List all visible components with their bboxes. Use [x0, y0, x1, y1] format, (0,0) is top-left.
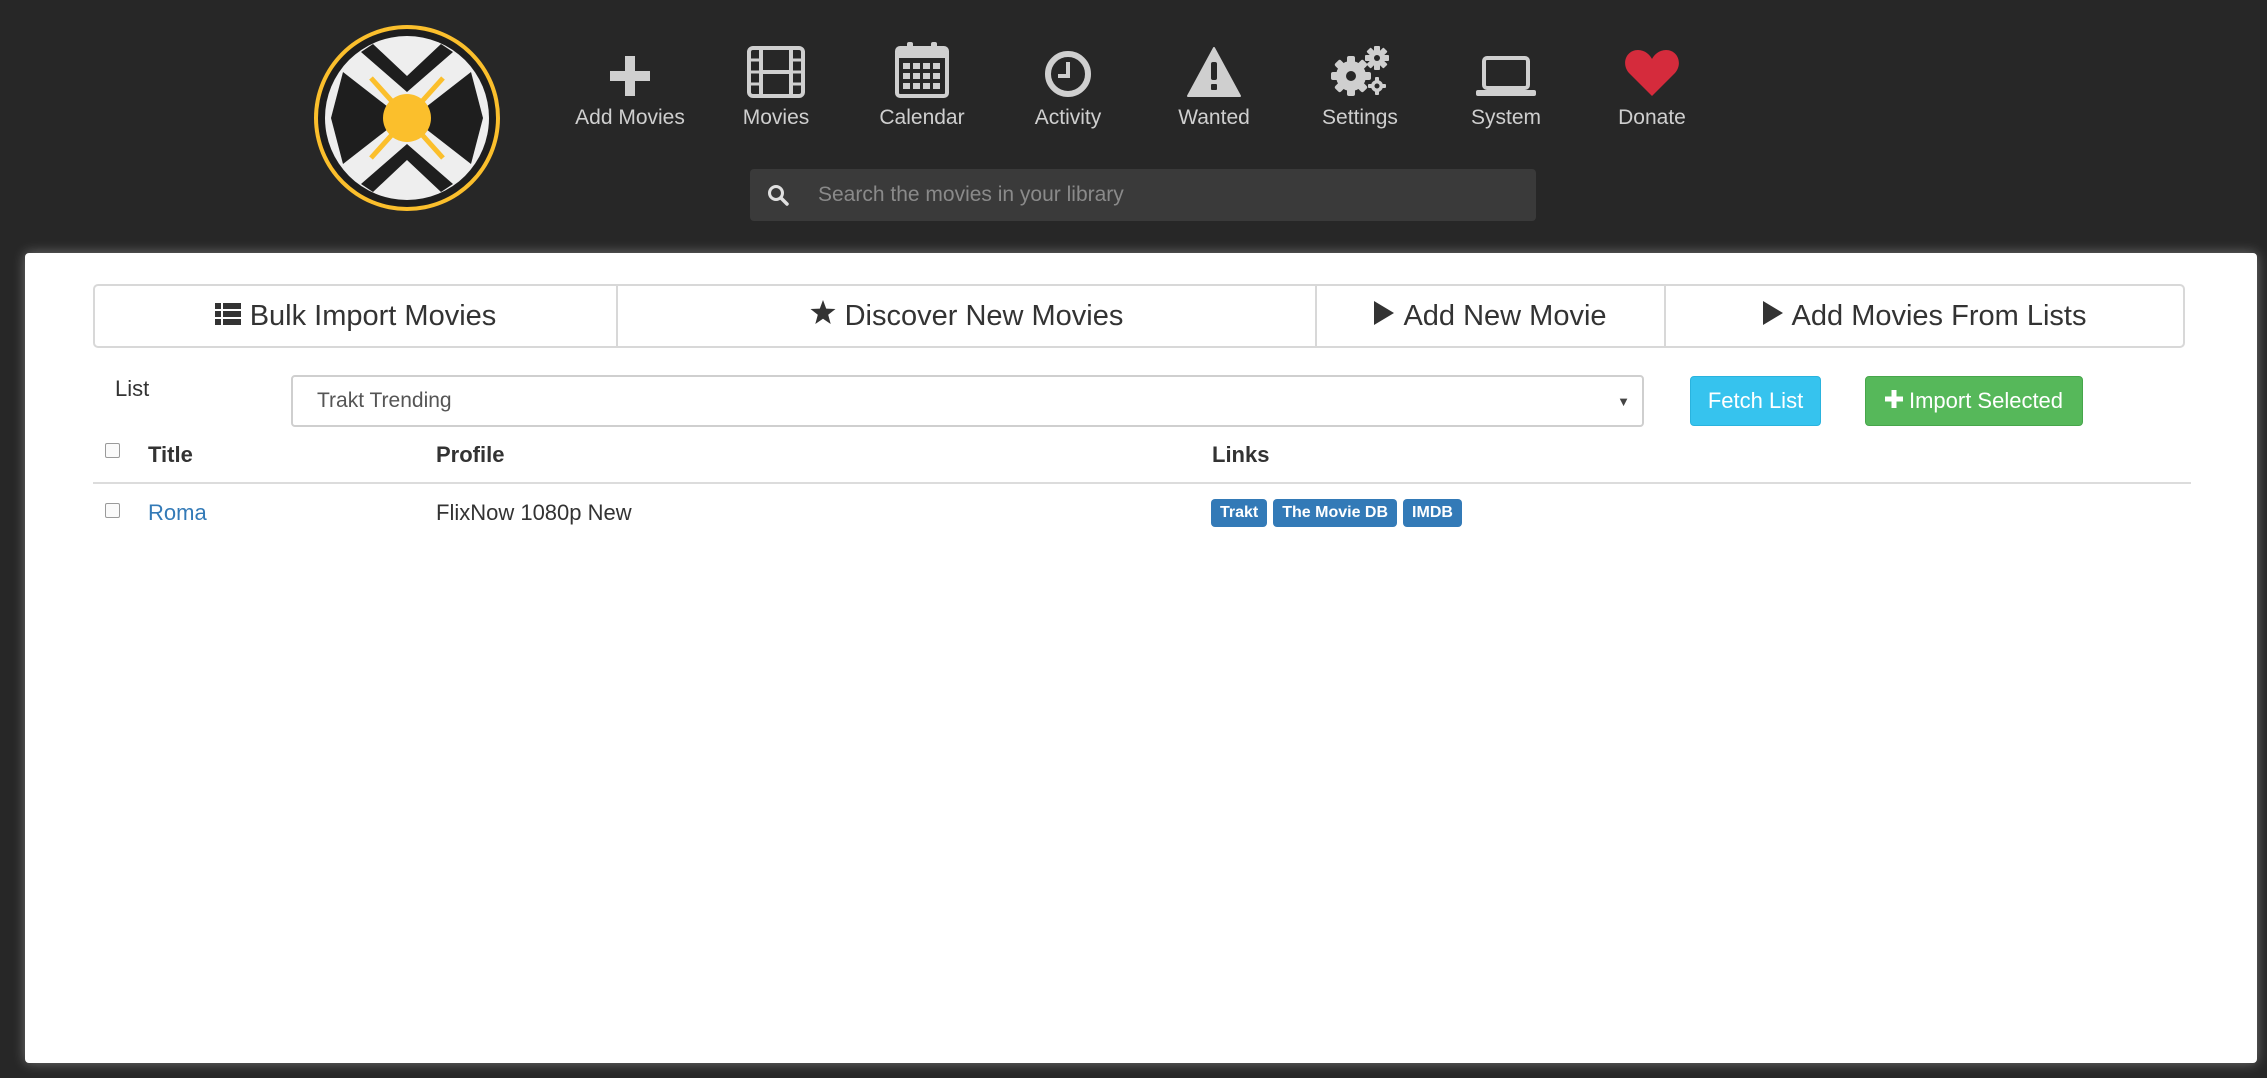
- import-selected-button[interactable]: Import Selected: [1865, 376, 2083, 426]
- add-movies-tabs: Bulk Import Movies Discover New Movies A…: [93, 284, 2185, 348]
- tab-add-new-movie[interactable]: Add New Movie: [1317, 286, 1666, 346]
- column-header-links: Links: [1212, 442, 1270, 467]
- fetch-list-label: Fetch List: [1707, 388, 1804, 413]
- trakt-link-badge[interactable]: Trakt: [1211, 499, 1268, 527]
- import-selected-label: Import Selected: [1908, 388, 2064, 413]
- tab-discover[interactable]: Discover New Movies: [618, 286, 1317, 346]
- tab-label: Add Movies From Lists: [1791, 299, 2087, 332]
- radarr-logo[interactable]: [311, 22, 503, 214]
- tab-bulk-import[interactable]: Bulk Import Movies: [95, 286, 618, 346]
- film-icon: [703, 36, 849, 98]
- plus-icon: [557, 36, 703, 98]
- list-icon: [214, 300, 241, 333]
- column-header-profile[interactable]: Profile: [436, 442, 504, 468]
- list-label: List: [115, 376, 150, 401]
- warning-icon: [1141, 36, 1287, 98]
- star-icon: [810, 299, 836, 333]
- nav-system[interactable]: System: [1433, 36, 1579, 130]
- nav-label: System: [1470, 106, 1541, 129]
- imdb-link-badge[interactable]: IMDB: [1403, 499, 1462, 527]
- nav-activity[interactable]: Activity: [995, 36, 1141, 130]
- nav-label: Add Movies: [575, 106, 685, 129]
- caret-down-icon: ▼: [1617, 394, 1630, 409]
- search-icon: [750, 184, 806, 206]
- calendar-icon: [849, 36, 995, 98]
- laptop-icon: [1433, 36, 1579, 98]
- fetch-list-button[interactable]: Fetch List: [1690, 376, 1821, 426]
- main-panel: Bulk Import Movies Discover New Movies A…: [25, 253, 2257, 1063]
- nav-donate[interactable]: Donate: [1579, 36, 1725, 130]
- tab-label: Discover New Movies: [844, 299, 1124, 332]
- nav-label: Movies: [742, 106, 810, 129]
- nav-label: Activity: [1034, 106, 1102, 129]
- nav-label: Calendar: [879, 106, 965, 129]
- search-input[interactable]: [806, 169, 1536, 221]
- heart-icon: [1579, 36, 1725, 98]
- select-all-checkbox[interactable]: [105, 443, 120, 458]
- play-icon: [1762, 300, 1783, 333]
- nav-add-movies[interactable]: Add Movies: [557, 36, 703, 130]
- tab-label: Add New Movie: [1403, 299, 1607, 332]
- movie-title-link[interactable]: Roma: [148, 500, 207, 526]
- column-header-title[interactable]: Title: [148, 442, 193, 468]
- list-select[interactable]: Trakt Trending ▼: [291, 375, 1644, 427]
- nav-label: Wanted: [1178, 106, 1250, 129]
- tmdb-link-badge[interactable]: The Movie DB: [1273, 499, 1398, 527]
- row-checkbox[interactable]: [105, 503, 120, 518]
- nav-calendar[interactable]: Calendar: [849, 36, 995, 130]
- table-header-divider: [93, 482, 2191, 484]
- nav-label: Settings: [1322, 106, 1398, 129]
- nav-wanted[interactable]: Wanted: [1141, 36, 1287, 130]
- movie-profile: FlixNow 1080p New: [436, 500, 632, 525]
- play-icon: [1374, 300, 1395, 333]
- gears-icon: [1287, 36, 1433, 98]
- nav-settings[interactable]: Settings: [1287, 36, 1433, 130]
- clock-icon: [995, 36, 1141, 98]
- plus-icon: [1884, 388, 1903, 414]
- list-select-value: Trakt Trending: [317, 389, 452, 412]
- tab-add-from-lists[interactable]: Add Movies From Lists: [1666, 286, 2183, 346]
- nav-label: Donate: [1618, 106, 1686, 129]
- library-search: [750, 169, 1536, 221]
- nav-movies[interactable]: Movies: [703, 36, 849, 130]
- tab-label: Bulk Import Movies: [249, 299, 497, 332]
- movie-links: Trakt The Movie DB IMDB: [1211, 499, 1462, 527]
